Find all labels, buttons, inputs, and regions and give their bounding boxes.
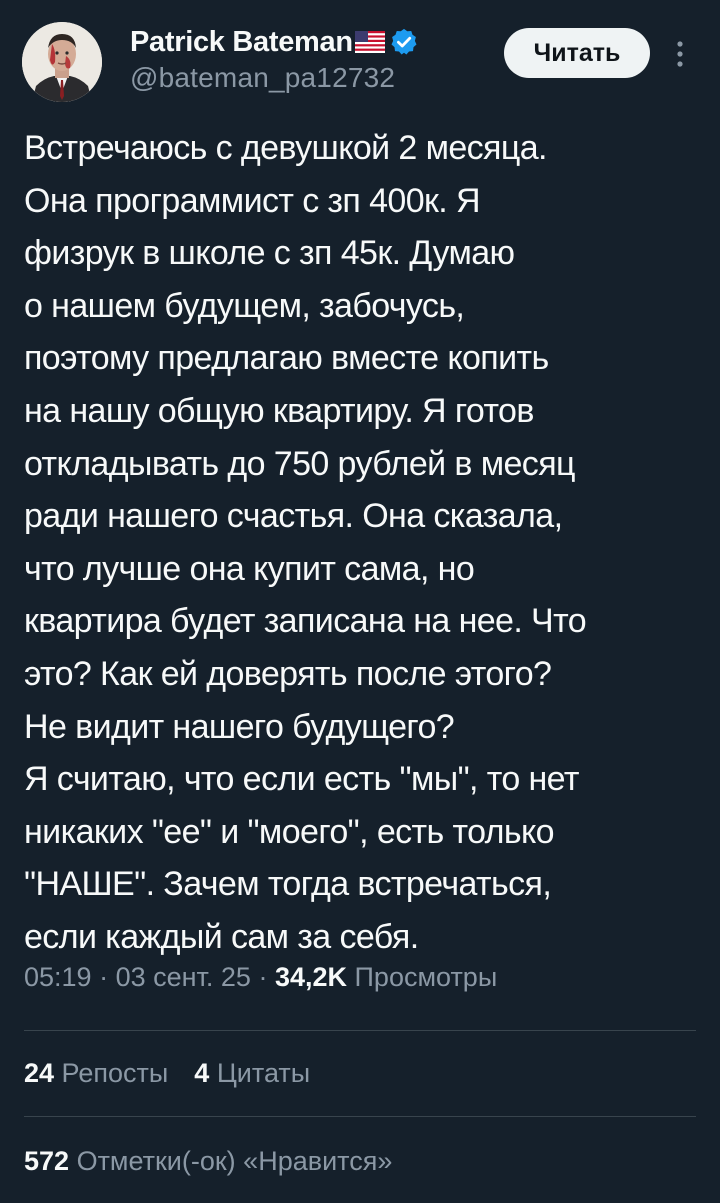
views-label: Просмотры [347, 962, 498, 992]
quotes-link[interactable]: 4 Цитаты [194, 1058, 310, 1088]
author-display-name[interactable]: Patrick Bateman [130, 26, 353, 59]
likes-link[interactable]: 572 Отметки(-ок) «Нравится» [24, 1146, 392, 1176]
divider [24, 1116, 696, 1117]
us-flag-icon [354, 31, 385, 53]
tweet-date[interactable]: 03 сент. 25 [116, 962, 251, 992]
quotes-count: 4 [194, 1058, 210, 1088]
divider [24, 1030, 696, 1031]
avatar[interactable] [22, 22, 102, 102]
quotes-label: Цитаты [209, 1058, 311, 1088]
tweet-text: Встречаюсь с девушкой 2 месяца. Она прог… [24, 129, 587, 956]
likes-count: 572 [24, 1146, 70, 1176]
author-handle[interactable]: @bateman_pa12732 [130, 62, 419, 94]
reposts-count: 24 [24, 1058, 55, 1088]
tweet-meta: 05:19 · 03 сент. 25 · 34,2K Просмотры [24, 962, 497, 993]
reposts-label: Репосты [54, 1058, 169, 1088]
author-block: Patrick Bateman @bateman_pa12732 [130, 24, 419, 94]
meta-separator: · [250, 962, 275, 992]
repost-stats: 24 Репосты 4 Цитаты [24, 1058, 310, 1089]
avatar-portrait-icon [22, 22, 102, 102]
views-count: 34,2K [274, 962, 348, 992]
tweet-time[interactable]: 05:19 [24, 962, 92, 992]
verified-badge-icon[interactable] [389, 27, 419, 57]
author-name-line: Patrick Bateman [130, 24, 419, 60]
likes-label: Отметки(-ок) «Нравится» [69, 1146, 393, 1176]
more-vertical-icon[interactable] [672, 34, 688, 74]
likes-stats: 572 Отметки(-ок) «Нравится» [24, 1146, 392, 1177]
meta-separator: · [91, 962, 116, 992]
reposts-link[interactable]: 24 Репосты [24, 1058, 168, 1088]
follow-button[interactable]: Читать [504, 28, 650, 78]
tweet-header: Patrick Bateman @bateman_pa12732 Читать [22, 22, 702, 104]
